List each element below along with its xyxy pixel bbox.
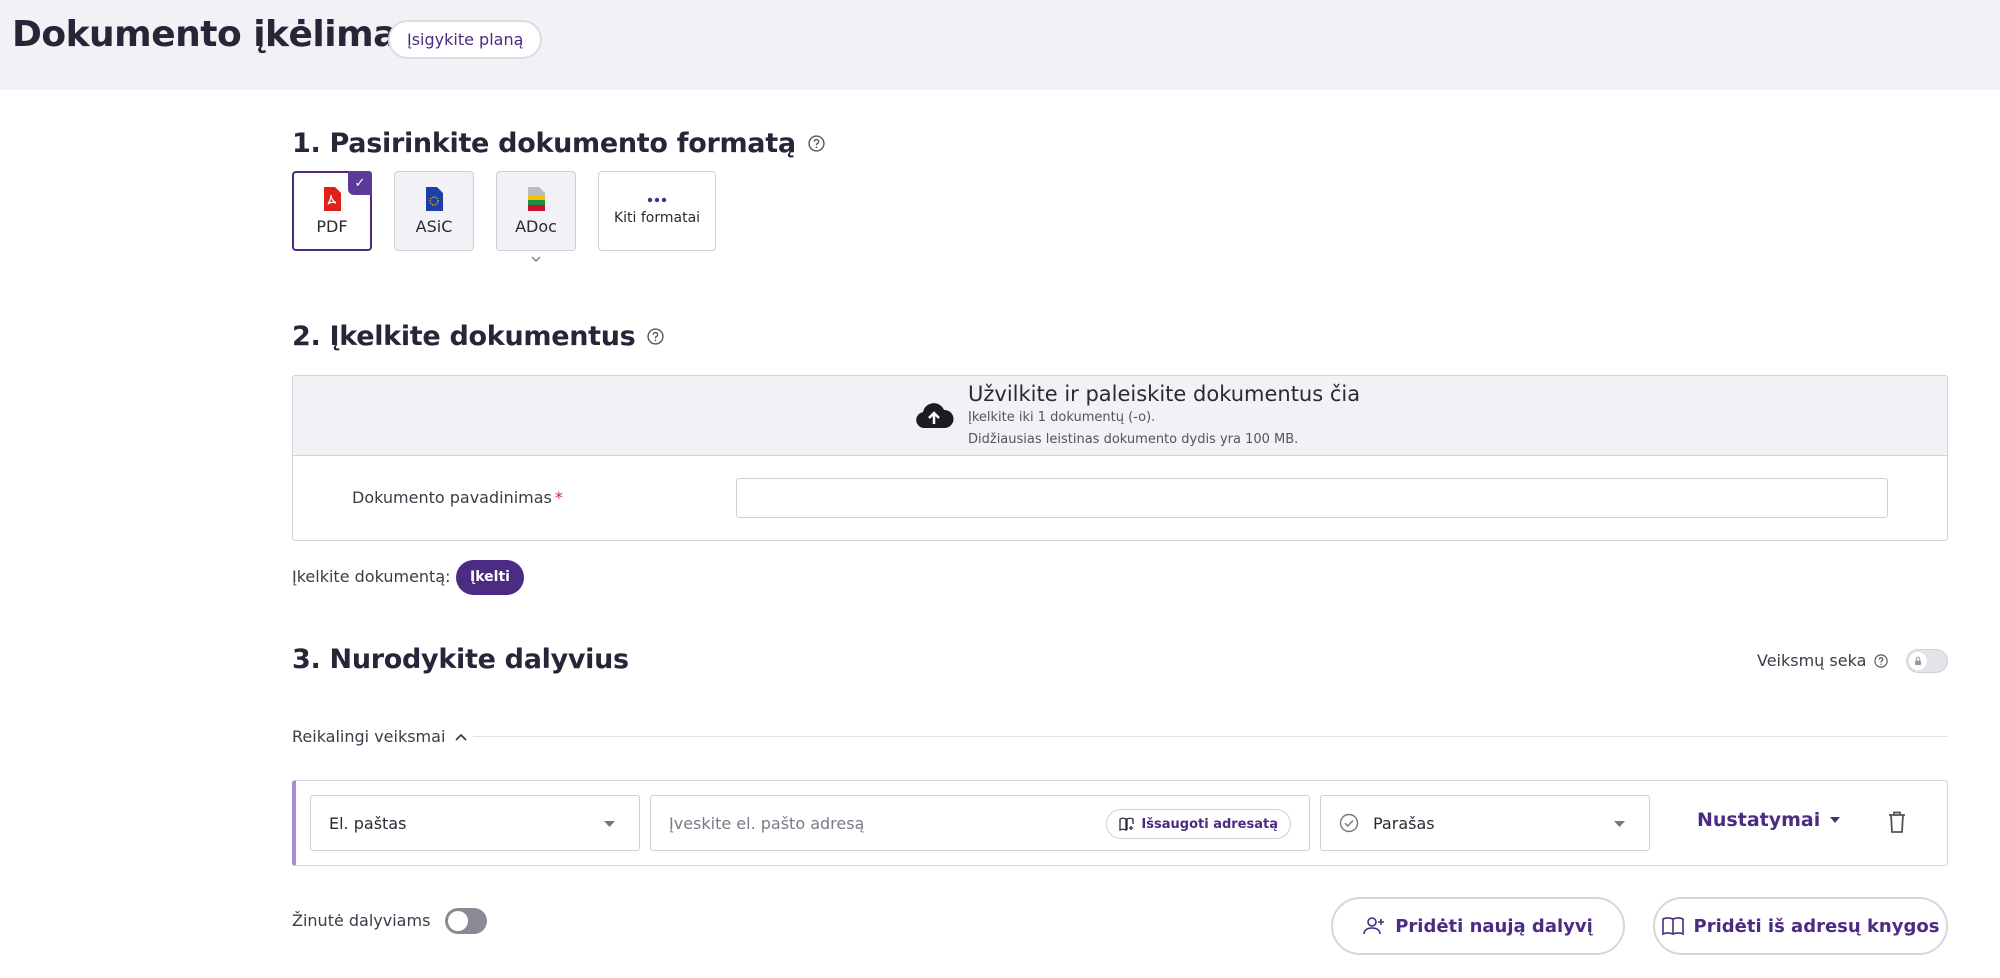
required-actions-label: Reikalingi veiksmai [292,727,446,746]
lock-icon [1909,652,1927,670]
caret-down-icon [1830,817,1841,823]
add-participant-label: Pridėti naują dalyvį [1395,915,1593,937]
message-label: Žinutė dalyviams [292,911,431,930]
format-label: Kiti formatai [613,210,701,226]
chevron-up-icon [455,733,467,741]
sequence-toggle[interactable] [1906,649,1948,673]
step3-title-text: 3. Nurodykite dalyvius [292,644,629,675]
check-icon: ✓ [348,171,372,195]
buy-plan-button[interactable]: Įsigykite planą [388,20,543,59]
top-bar: Dokumento įkėlimas Įsigykite planą [0,0,2000,90]
divider [473,736,1948,737]
upload-label: Įkelkite dokumentą: [292,567,451,586]
format-label: PDF [316,216,348,236]
format-adoc[interactable]: ADoc [496,171,576,251]
email-input[interactable]: Įveskite el. pašto adresą Išsaugoti adre… [650,795,1310,851]
step2-title: 2. Įkelkite dokumentus [292,321,665,352]
step1-title-text: 1. Pasirinkite dokumento formatą [292,128,796,159]
settings-dropdown[interactable]: Nustatymai [1697,809,1841,831]
sequence-label-text: Veiksmų seka [1757,651,1867,670]
format-label: ASiC [415,216,453,236]
toggle-knob [448,911,468,931]
dropzone-max-size: Didžiausias leistinas dokumento dydis yr… [968,432,1299,447]
doc-name-input[interactable] [736,478,1888,518]
format-other[interactable]: Kiti formatai [598,171,716,251]
save-address-label: Išsaugoti adresatą [1141,816,1278,832]
book-plus-icon [1119,817,1135,831]
check-circle-icon [1339,813,1359,833]
caret-down-icon [604,821,615,827]
sequence-label: Veiksmų seka [1757,651,1889,670]
contact-type-select[interactable]: El. paštas [310,795,640,851]
pdf-icon [324,186,341,211]
dropzone[interactable]: Užvilkite ir paleiskite dokumentus čia Į… [293,376,1947,456]
message-toggle[interactable] [445,908,487,934]
action-value: Parašas [1373,813,1435,833]
page-title: Dokumento įkėlimas [12,14,418,55]
format-label: ADoc [515,216,557,236]
add-from-book-label: Pridėti iš adresų knygos [1693,915,1940,937]
step3-title: 3. Nurodykite dalyvius [292,644,629,675]
trash-icon[interactable] [1888,811,1906,833]
action-select[interactable]: Parašas [1320,795,1650,851]
help-icon[interactable] [647,328,665,345]
help-icon[interactable] [808,135,825,152]
caret-down-icon [1614,821,1625,827]
step2-title-text: 2. Įkelkite dokumentus [292,321,636,352]
user-plus-icon [1363,917,1385,935]
asic-icon [426,186,443,211]
required-mark: * [554,488,563,507]
email-placeholder: Įveskite el. pašto adresą [669,813,865,833]
upload-button[interactable]: Įkelti [456,560,524,595]
step1-title: 1. Pasirinkite dokumento formatą [292,128,825,159]
save-address-button[interactable]: Išsaugoti adresatą [1106,809,1291,839]
more-icon [647,197,667,203]
doc-name-label-text: Dokumento pavadinimas [352,488,552,507]
contact-type-value: El. paštas [329,813,407,833]
chevron-down-icon[interactable] [531,256,541,262]
cloud-upload-icon [916,403,954,428]
upload-box: Užvilkite ir paleiskite dokumentus čia Į… [292,375,1948,541]
format-pdf[interactable]: PDF ✓ [292,171,372,251]
dropzone-title: Užvilkite ir paleiskite dokumentus čia [968,382,1361,406]
add-from-book-button[interactable]: Pridėti iš adresų knygos [1653,897,1948,955]
format-asic[interactable]: ASiC [394,171,474,251]
settings-label: Nustatymai [1697,809,1821,831]
help-icon[interactable] [1874,653,1889,668]
doc-name-label: Dokumento pavadinimas * [352,488,563,507]
adoc-icon [528,186,545,211]
dropzone-limit: Įkelkite iki 1 dokumentų (-o). [968,410,1156,425]
book-icon [1661,917,1684,936]
participant-row: El. paštas Įveskite el. pašto adresą Išs… [292,780,1948,866]
add-participant-button[interactable]: Pridėti naują dalyvį [1331,897,1625,955]
required-actions-toggle[interactable]: Reikalingi veiksmai [292,727,467,746]
